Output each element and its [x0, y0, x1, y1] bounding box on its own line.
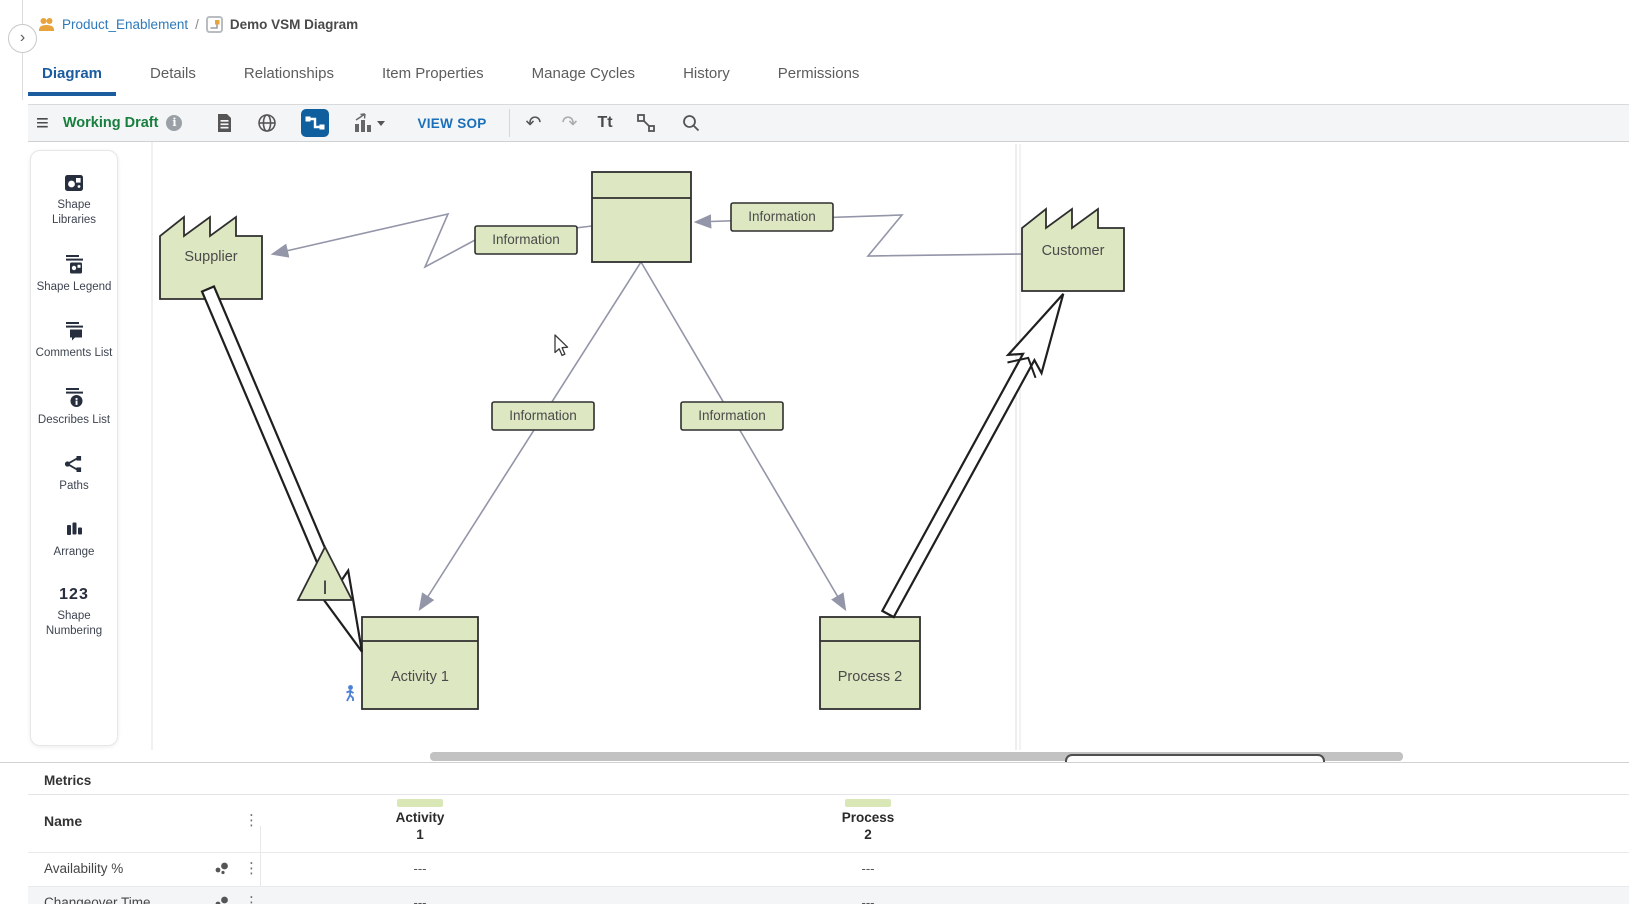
working-draft-status: Working Draft [63, 115, 159, 131]
expand-panel-button[interactable]: › [8, 24, 37, 53]
describes-list-icon [63, 387, 85, 408]
info-label-3[interactable]: Information [492, 402, 594, 430]
connector-control-to-process2 [641, 262, 845, 609]
metrics-row-changeover: Changeover Time ⋮ --- --- [28, 886, 1629, 904]
activity1-color-swatch [397, 799, 443, 807]
metrics-header-row: Name ⋮ Activity 1 Process 2 [28, 795, 1629, 852]
undo-icon[interactable]: ↶ [526, 112, 542, 135]
text-style-icon[interactable]: Tt [597, 114, 612, 132]
sidebar-item-shape-numbering[interactable]: 123 Shape Numbering [34, 586, 114, 639]
info-label-1[interactable]: Information [475, 226, 577, 254]
vsm-diagram-svg: Supplier Customer Activity 1 [150, 142, 1629, 752]
diagram-item-icon [206, 16, 223, 33]
svg-text:Supplier: Supplier [184, 249, 237, 265]
info-label-2[interactable]: Information [731, 203, 833, 231]
metric-name: Changeover Time [44, 895, 151, 904]
svg-text:Customer: Customer [1042, 243, 1105, 259]
app-window: › Product_Enablement / Demo VSM Diagram … [0, 0, 1629, 904]
shipment-arrow-supplier-to-activity1[interactable] [191, 282, 380, 660]
metrics-panel: Metrics Name ⋮ Activity 1 Process 2 Avai… [0, 762, 1629, 904]
tab-bar: Diagram Details Relationships Item Prope… [28, 48, 893, 98]
connector-control-to-activity1 [420, 262, 641, 609]
shape-legend-icon [63, 254, 85, 275]
chart-dropdown-icon[interactable] [353, 112, 389, 134]
toolbar-divider [509, 109, 510, 137]
sidebar-item-paths[interactable]: Paths [34, 454, 114, 494]
globe-icon[interactable] [257, 113, 277, 133]
svg-text:Information: Information [492, 232, 560, 247]
metric-kebab-icon[interactable]: ⋮ [244, 895, 259, 904]
svg-text:Activity 1: Activity 1 [391, 669, 449, 685]
metrics-name-header: Name [44, 813, 82, 829]
svg-text:Information: Information [748, 209, 816, 224]
menu-hamburger-icon[interactable]: ≡ [36, 110, 49, 136]
shipment-arrow-process2-to-customer[interactable] [871, 285, 1080, 623]
tab-item-properties[interactable]: Item Properties [368, 48, 498, 98]
status-info-icon[interactable]: i [166, 115, 182, 131]
metric-value-activity1: --- [380, 861, 460, 876]
inventory-triangle-node[interactable]: I [298, 547, 352, 600]
canvas-side-panel: Shape Libraries Shape Legend Comments Li… [30, 150, 118, 746]
breadcrumb-separator: / [195, 17, 199, 32]
metrics-column-activity1: Activity 1 [380, 799, 460, 844]
comments-list-icon [63, 321, 85, 341]
metric-link-icon[interactable] [214, 895, 230, 904]
breadcrumb: Product_Enablement / Demo VSM Diagram [38, 13, 358, 35]
view-sop-button[interactable]: VIEW SOP [417, 116, 486, 131]
redo-icon[interactable]: ↷ [562, 112, 578, 135]
metric-link-icon[interactable] [214, 861, 230, 880]
sidebar-item-describes-list[interactable]: Describes List [34, 387, 114, 428]
project-users-icon [38, 17, 55, 32]
shape-numbering-icon: 123 [59, 586, 89, 604]
arrange-icon [63, 520, 85, 540]
metrics-column-process2: Process 2 [828, 799, 908, 844]
activity1-node[interactable]: Activity 1 [362, 617, 478, 709]
paths-icon [63, 454, 85, 474]
metrics-row-availability: Availability % ⋮ --- --- [28, 852, 1629, 886]
info-label-4[interactable]: Information [681, 402, 783, 430]
metric-value-activity1: --- [380, 895, 460, 904]
diagram-toolbar: ≡ Working Draft i VIEW SOP ↶ ↷ Tt [28, 104, 1629, 142]
sidebar-item-shape-libraries[interactable]: Shape Libraries [34, 173, 114, 228]
customer-node[interactable]: Customer [1022, 209, 1124, 291]
breadcrumb-current-item: Demo VSM Diagram [230, 17, 358, 32]
sidebar-item-comments-list[interactable]: Comments List [34, 321, 114, 361]
person-icon [347, 685, 354, 701]
svg-text:Process 2: Process 2 [838, 669, 902, 685]
svg-text:Information: Information [698, 408, 766, 423]
information-connectors [273, 214, 1022, 609]
metrics-title: Metrics [44, 773, 91, 788]
sidebar-item-shape-legend[interactable]: Shape Legend [34, 254, 114, 295]
breadcrumb-project-link[interactable]: Product_Enablement [62, 17, 188, 32]
tab-permissions[interactable]: Permissions [764, 48, 874, 98]
process2-color-swatch [845, 799, 891, 807]
mouse-cursor [555, 335, 568, 355]
metrics-name-kebab-icon[interactable]: ⋮ [244, 813, 259, 828]
svg-text:Information: Information [509, 408, 577, 423]
diagram-canvas[interactable]: Shape Libraries Shape Legend Comments Li… [0, 142, 1629, 752]
process2-node[interactable]: Process 2 [820, 617, 920, 709]
link-nodes-icon[interactable] [635, 112, 657, 134]
sidebar-item-arrange[interactable]: Arrange [34, 520, 114, 560]
tab-manage-cycles[interactable]: Manage Cycles [518, 48, 649, 98]
production-control-node[interactable] [592, 172, 691, 262]
tab-history[interactable]: History [669, 48, 744, 98]
tab-relationships[interactable]: Relationships [230, 48, 348, 98]
metric-value-process2: --- [828, 861, 908, 876]
tab-diagram[interactable]: Diagram [28, 48, 116, 98]
metric-value-process2: --- [828, 895, 908, 904]
document-icon[interactable] [216, 113, 233, 133]
metric-kebab-icon[interactable]: ⋮ [244, 861, 259, 876]
svg-text:I: I [322, 578, 327, 599]
shape-libraries-icon [63, 173, 85, 193]
metric-name: Availability % [44, 861, 123, 876]
tab-details[interactable]: Details [136, 48, 210, 98]
connector-mode-button[interactable] [301, 109, 329, 137]
search-icon[interactable] [681, 113, 701, 133]
